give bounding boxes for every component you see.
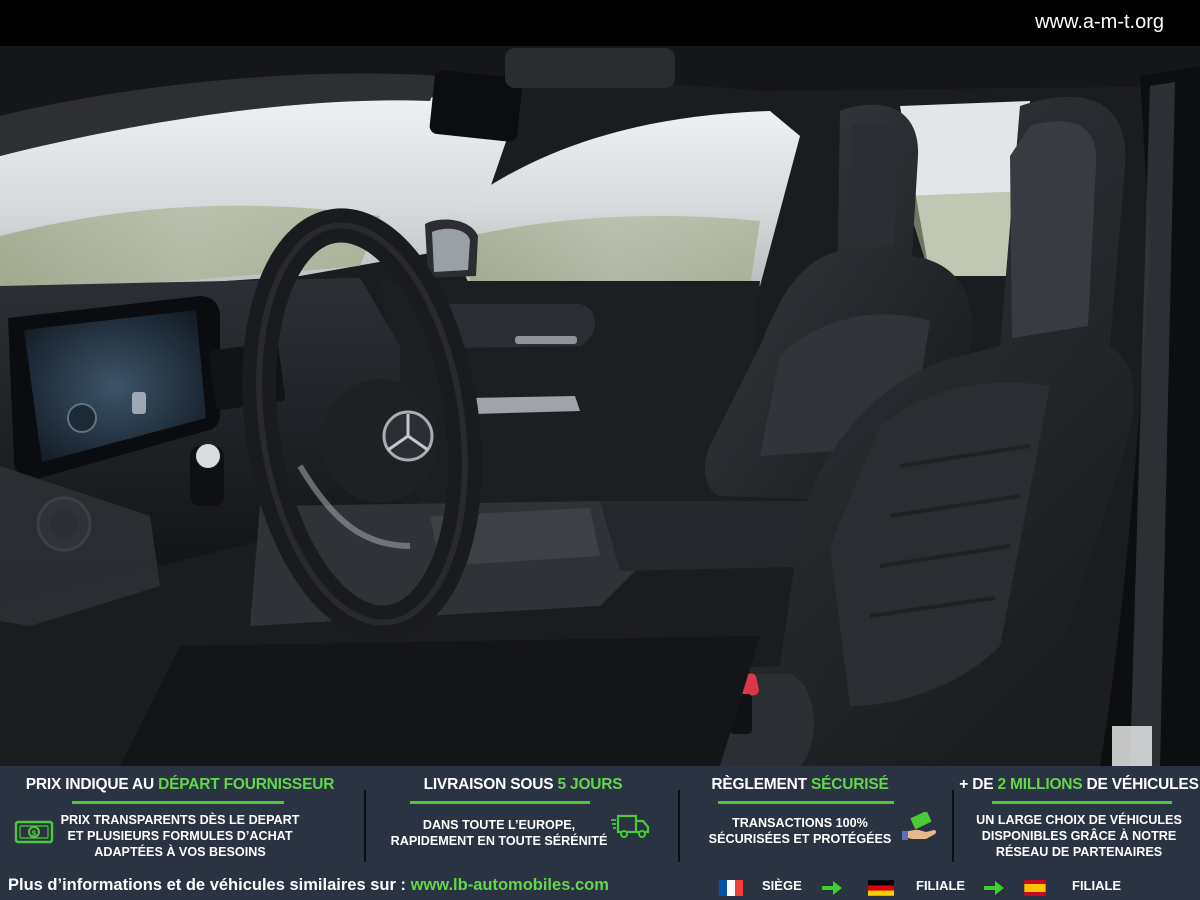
payment-hand-icon <box>902 811 938 847</box>
top-bar: www.a-m-t.org <box>0 0 1200 46</box>
feature-vehicles: + DE 2 MILLIONS DE VÉHICULES UN LARGE CH… <box>958 766 1200 870</box>
svg-text:$: $ <box>31 829 37 838</box>
location-label-siege: SIÈGE <box>762 878 802 893</box>
divider <box>678 790 680 862</box>
info-band: PRIX INDIQUE AU DÉPART FOURNISSEUR $ PRI… <box>0 766 1200 900</box>
germany-flag-icon <box>868 880 894 896</box>
feature-vehicles-title: + DE 2 MILLIONS DE VÉHICULES <box>959 776 1199 793</box>
feature-payment-title: RÈGLEMENT SÉCURISÉ <box>711 776 889 793</box>
location-label-filiale-es: FILIALE <box>1072 878 1122 893</box>
feature-price-title: PRIX INDIQUE AU DÉPART FOURNISSEUR <box>25 776 335 793</box>
feature-price-rule <box>72 801 284 804</box>
feature-vehicles-rule <box>992 801 1172 804</box>
delivery-truck-icon <box>610 812 650 845</box>
feature-delivery-desc: DANS TOUTE L’EUROPE, RAPIDEMENT EN TOUTE… <box>390 818 608 848</box>
footer-row: Plus d’informations et de véhicules simi… <box>0 870 1200 900</box>
divider <box>364 790 366 862</box>
lb-automobiles-link[interactable]: www.lb-automobiles.com <box>411 876 609 894</box>
feature-delivery-rule <box>410 801 590 804</box>
banknote-icon: $ <box>14 818 54 851</box>
france-flag-icon <box>718 880 744 896</box>
location-label-filiale-de: FILIALE <box>916 878 966 893</box>
arrow-right-icon <box>984 881 1004 900</box>
more-info-text: Plus d’informations et de véhicules simi… <box>8 876 609 894</box>
feature-payment-desc: TRANSACTIONS 100% SÉCURISÉES ET PROTÉGÉE… <box>708 816 892 846</box>
feature-price-desc: PRIX TRANSPARENTS DÈS LE DEPART ET PLUSI… <box>60 813 300 859</box>
feature-payment-rule <box>718 801 894 804</box>
feature-vehicles-desc: UN LARGE CHOIX DE VÉHICULES DISPONIBLES … <box>976 813 1182 859</box>
divider <box>952 790 954 862</box>
arrow-right-icon <box>822 881 842 900</box>
car-interior-photo <box>0 46 1200 766</box>
spain-flag-icon <box>1022 880 1048 896</box>
feature-price: PRIX INDIQUE AU DÉPART FOURNISSEUR $ PRI… <box>0 766 360 870</box>
car-interior-illustration <box>0 46 1200 766</box>
feature-delivery-title: LIVRAISON SOUS 5 JOURS <box>423 776 623 793</box>
feature-payment: RÈGLEMENT SÉCURISÉ TRANSACTIONS 100% SÉC… <box>684 766 952 870</box>
site-url: www.a-m-t.org <box>1035 11 1164 33</box>
feature-delivery: LIVRAISON SOUS 5 JOURS DANS TOUTE L’EURO… <box>370 766 676 870</box>
